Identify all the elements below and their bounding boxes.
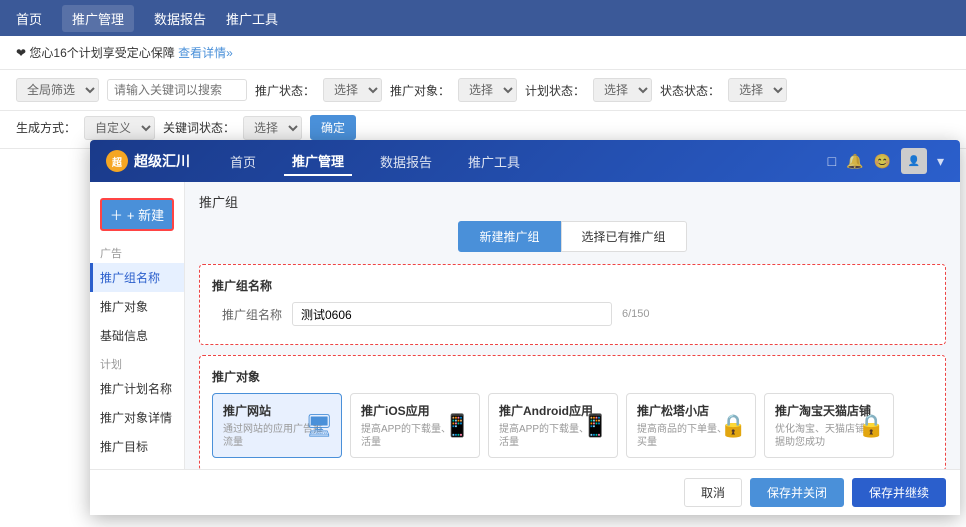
group-name-row: 推广组名称 6/150 <box>212 302 933 326</box>
sidebar-item-target[interactable]: 推广对象 <box>90 292 184 321</box>
target-card-android[interactable]: 推广Android应用 提高APP的下载量、激活量 📱 <box>488 393 618 458</box>
panel-footer: 取消 保存并关闭 保存并继续 <box>90 469 960 515</box>
bg-filter-all-select[interactable]: 全局筛选 <box>16 78 99 102</box>
target-card-taobao[interactable]: 推广淘宝天猫店铺 优化淘宝、天猫店铺数据助您成功 🔒 <box>764 393 894 458</box>
panel-nav-promote[interactable]: 推广管理 <box>284 147 352 176</box>
target-card-shop-icon: 🔒 <box>720 413 747 439</box>
avatar[interactable]: 👤 <box>901 148 927 174</box>
bg-filter-ad-target-label: 推广对象： <box>390 82 450 99</box>
target-section-title: 推广对象 <box>212 368 933 385</box>
bg-nav-promote[interactable]: 推广管理 <box>62 5 134 32</box>
bell-icon[interactable]: 🔔 <box>846 153 863 170</box>
panel-logo-text: 超级汇川 <box>134 151 190 171</box>
content-area: 推广组 新建推广组 选择已有推广组 推广组名称 推广组名称 6/150 推广对象 <box>185 182 960 469</box>
group-name-section: 推广组名称 推广组名称 6/150 <box>199 264 946 345</box>
bg-alert-text: ❤ 您心16个计划享受定心保障 <box>16 46 175 60</box>
sidebar-item-label: 基础信息 <box>100 327 148 344</box>
create-button[interactable]: ＋ + 新建 <box>100 198 174 231</box>
sidebar-item-basic[interactable]: 基础信息 <box>90 321 184 350</box>
content-title: 推广组 <box>199 192 946 211</box>
bg-filter-ad-status-label: 推广状态： <box>255 82 315 99</box>
panel-logo-icon: 超 <box>106 150 128 172</box>
monitor-icon[interactable]: □ <box>828 153 836 169</box>
target-card-ios-icon: 📱 <box>444 413 471 439</box>
bg-filter-plan-status[interactable]: 选择 <box>593 78 652 102</box>
sidebar-item-label: 推广计划名称 <box>100 380 172 397</box>
panel-logo: 超 超级汇川 <box>106 150 190 172</box>
sidebar-item-label: 推广对象详情 <box>100 409 172 426</box>
bg-filter-ad-state-label: 状态状态： <box>660 82 720 99</box>
group-name-input[interactable] <box>292 302 612 326</box>
bg-filter-ad-status[interactable]: 选择 <box>323 78 382 102</box>
target-card-website[interactable]: 推广网站 通过网站的应用广告推流量 🖥 <box>212 393 342 458</box>
target-card-taobao-icon: 🔒 <box>858 413 885 439</box>
user-icon[interactable]: 😊 <box>874 153 891 170</box>
sidebar-item-plan-target[interactable]: 推广对象详情 <box>90 403 184 432</box>
bg-nav-data[interactable]: 数据报告 <box>154 9 206 28</box>
target-card-shop[interactable]: 推广松塔小店 提高商品的下单量、和买量 🔒 <box>626 393 756 458</box>
sidebar-item-group-name[interactable]: 推广组名称 <box>90 263 184 292</box>
bg-alert-link[interactable]: 查看详情» <box>178 46 233 60</box>
sidebar-section-ad: 广告 <box>90 239 184 263</box>
panel-nav-right: □ 🔔 😊 👤 ▾ <box>828 148 944 174</box>
panel-nav-data[interactable]: 数据报告 <box>372 148 440 175</box>
panel-nav-home[interactable]: 首页 <box>222 148 264 175</box>
group-name-section-title: 推广组名称 <box>212 277 933 294</box>
bg-filter-plan-status-label: 计划状态： <box>525 82 585 99</box>
bg-confirm-btn[interactable]: 确定 <box>310 115 356 140</box>
bg-filter-input[interactable] <box>107 79 247 101</box>
bg-filter-bar: 全局筛选 推广状态： 选择 推广对象： 选择 计划状态： 选择 状态状态： 选择 <box>0 70 966 111</box>
save-next-button[interactable]: 保存并继续 <box>852 478 946 507</box>
sidebar-item-plan-name[interactable]: 推广计划名称 <box>90 374 184 403</box>
target-card-website-icon: 🖥 <box>305 413 333 439</box>
sidebar-item-label: 推广对象 <box>100 298 148 315</box>
bg-gen-method-label: 生成方式： <box>16 119 76 136</box>
bg-nav-tools[interactable]: 推广工具 <box>226 9 278 28</box>
sidebar-item-label: 推广组名称 <box>100 269 160 286</box>
bg-gen-method[interactable]: 自定义 <box>84 116 155 140</box>
bg-alert-bar: ❤ 您心16个计划享受定心保障 查看详情» <box>0 36 966 70</box>
target-card-android-icon: 📱 <box>582 413 609 439</box>
bg-filter-ad-target[interactable]: 选择 <box>458 78 517 102</box>
sidebar-item-bid-setting[interactable]: 出价设置 <box>90 461 184 469</box>
save-button[interactable]: 保存并关闭 <box>750 478 844 507</box>
panel-nav-tools[interactable]: 推广工具 <box>460 148 528 175</box>
tab-bar: 新建推广组 选择已有推广组 <box>199 221 946 252</box>
sidebar-section-plan: 计划 <box>90 350 184 374</box>
target-card-ios[interactable]: 推广iOS应用 提高APP的下载量、激活量 📱 <box>350 393 480 458</box>
tab-new-group[interactable]: 新建推广组 <box>458 221 560 252</box>
bg-keyword-status[interactable]: 选择 <box>243 116 302 140</box>
cancel-button[interactable]: 取消 <box>684 478 742 507</box>
target-section: 推广对象 推广网站 通过网站的应用广告推流量 🖥 推广iOS应用 提高APP的下… <box>199 355 946 469</box>
sidebar: ＋ + 新建 广告 推广组名称 推广对象 基础信息 计划 推广计划名称 推广对象… <box>90 182 185 469</box>
sidebar-item-plan-goal[interactable]: 推广目标 <box>90 432 184 461</box>
bg-filter-ad-state[interactable]: 选择 <box>728 78 787 102</box>
group-name-char-count: 6/150 <box>622 308 650 320</box>
bg-topnav: 首页 推广管理 数据报告 推广工具 <box>0 0 966 36</box>
panel-body: ＋ + 新建 广告 推广组名称 推广对象 基础信息 计划 推广计划名称 推广对象… <box>90 182 960 469</box>
sidebar-item-label: 推广目标 <box>100 438 148 455</box>
main-panel: 超 超级汇川 首页 推广管理 数据报告 推广工具 □ 🔔 😊 👤 ▾ ＋ + 新… <box>90 140 960 515</box>
bg-nav-home[interactable]: 首页 <box>16 9 42 28</box>
bg-keyword-status-label: 关键词状态： <box>163 119 235 136</box>
chevron-down-icon[interactable]: ▾ <box>937 153 944 170</box>
group-name-label: 推广组名称 <box>212 306 282 323</box>
tab-existing-group[interactable]: 选择已有推广组 <box>561 221 687 252</box>
target-cards: 推广网站 通过网站的应用广告推流量 🖥 推广iOS应用 提高APP的下载量、激活… <box>212 393 933 458</box>
plus-icon: ＋ <box>110 205 123 224</box>
panel-header: 超 超级汇川 首页 推广管理 数据报告 推广工具 □ 🔔 😊 👤 ▾ <box>90 140 960 182</box>
